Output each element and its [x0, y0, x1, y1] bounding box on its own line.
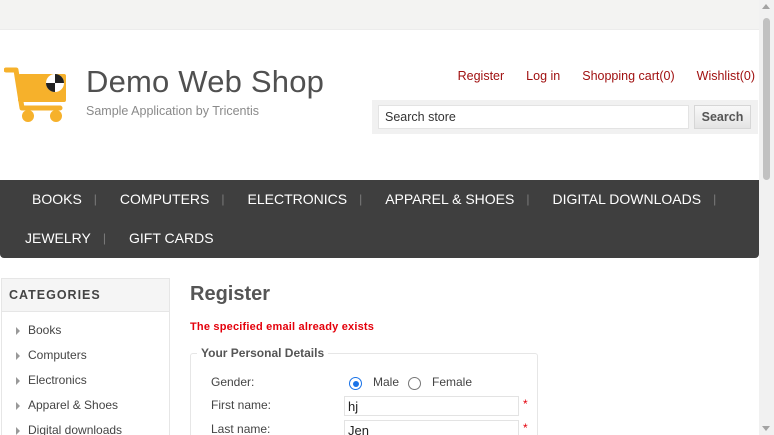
scrollbar-thumb[interactable] [763, 18, 770, 180]
header-links: Register Log in Shopping cart(0) Wishlis… [436, 69, 755, 83]
category-item-electronics[interactable]: Electronics [2, 368, 169, 393]
search-box: Search [372, 100, 758, 134]
chevron-right-icon [16, 426, 20, 435]
category-item-books[interactable]: Books [2, 318, 169, 343]
vertical-scrollbar[interactable] [759, 0, 774, 435]
last-name-label: Last name: [211, 422, 271, 435]
personal-details-legend: Your Personal Details [197, 346, 329, 360]
scroll-down-icon[interactable] [762, 426, 770, 431]
gender-label: Gender: [211, 375, 255, 389]
category-label: Electronics [28, 373, 87, 387]
required-mark: * [523, 397, 528, 411]
top-menu-row: BOOKS | COMPUTERS | ELECTRONICS | APPARE… [0, 180, 716, 218]
scroll-up-icon[interactable] [762, 4, 770, 9]
menu-item-jewelry[interactable]: JEWELRY [0, 230, 103, 246]
menu-item-digital-downloads[interactable]: DIGITAL DOWNLOADS [530, 191, 714, 207]
wishlist-link[interactable]: Wishlist(0) [697, 69, 755, 83]
page-title: Register [190, 283, 271, 305]
menu-item-books[interactable]: BOOKS [0, 191, 94, 207]
category-label: Books [28, 323, 62, 337]
menu-item-computers[interactable]: COMPUTERS [97, 191, 221, 207]
site-subtitle: Sample Application by Tricentis [86, 104, 260, 118]
shopping-cart-link[interactable]: Shopping cart(0) [582, 69, 674, 83]
category-label: Apparel & Shoes [28, 398, 119, 412]
validation-error-message: The specified email already exists [190, 321, 375, 333]
required-mark: * [523, 421, 528, 435]
shopping-cart-logo-icon[interactable] [4, 64, 74, 126]
first-name-input[interactable] [344, 396, 519, 416]
menu-item-electronics[interactable]: ELECTRONICS [225, 191, 360, 207]
top-menu: BOOKS | COMPUTERS | ELECTRONICS | APPARE… [0, 180, 759, 258]
register-link[interactable]: Register [458, 69, 505, 83]
chevron-right-icon [16, 351, 20, 360]
categories-block: CATEGORIES Books Computers Electronics A… [1, 278, 170, 435]
category-item-digital-downloads[interactable]: Digital downloads [2, 418, 169, 435]
gender-male-label[interactable]: Male [373, 375, 399, 389]
categories-list: Books Computers Electronics Apparel & Sh… [2, 312, 169, 435]
last-name-input[interactable] [344, 420, 519, 435]
category-label: Computers [28, 348, 87, 362]
gender-male-radio[interactable] [349, 377, 362, 390]
top-menu-row: JEWELRY | GIFT CARDS [0, 219, 226, 257]
menu-item-gift-cards[interactable]: GIFT CARDS [106, 230, 226, 246]
chevron-right-icon [16, 401, 20, 410]
chevron-right-icon [16, 376, 20, 385]
first-name-label: First name: [211, 398, 272, 412]
site-title[interactable]: Demo Web Shop [86, 64, 324, 100]
browser-top-bar [0, 0, 774, 30]
category-item-computers[interactable]: Computers [2, 343, 169, 368]
category-item-apparel-shoes[interactable]: Apparel & Shoes [2, 393, 169, 418]
category-label: Digital downloads [28, 423, 123, 435]
categories-title: CATEGORIES [2, 279, 169, 312]
search-button[interactable]: Search [694, 105, 751, 129]
login-link[interactable]: Log in [526, 69, 560, 83]
chevron-right-icon [16, 326, 20, 335]
menu-item-apparel-shoes[interactable]: APPAREL & SHOES [362, 191, 526, 207]
menu-separator: | [713, 192, 717, 206]
gender-female-label[interactable]: Female [432, 375, 472, 389]
search-input[interactable] [378, 105, 689, 129]
gender-female-radio[interactable] [408, 377, 421, 390]
